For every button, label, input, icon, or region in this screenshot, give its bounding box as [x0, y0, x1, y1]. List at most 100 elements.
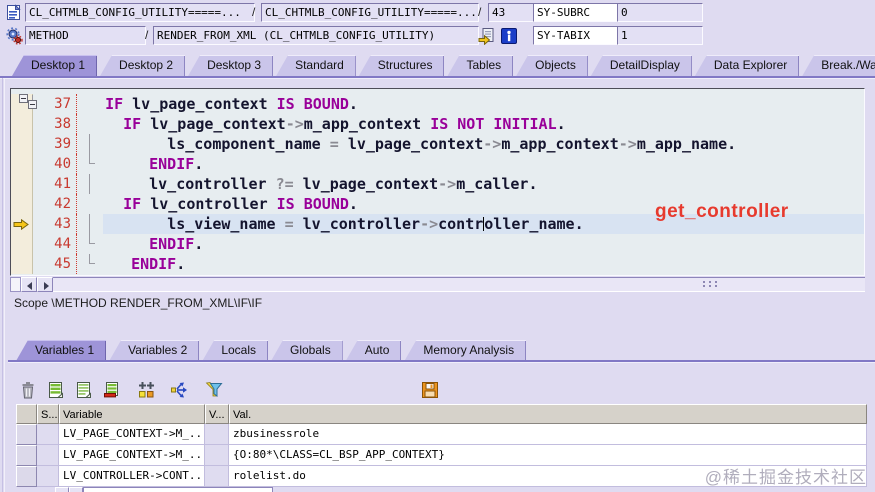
variables-tab-highlight: [8, 362, 875, 363]
tab-strip-highlight: [0, 78, 875, 79]
distribute-icon[interactable]: [170, 380, 190, 400]
tab-structures[interactable]: Structures: [358, 55, 445, 76]
sap-abap-debugger-window: CL_CHTMLB_CONFIG_UTILITY=====... / CL_CH…: [0, 0, 875, 492]
code-text[interactable]: ENDIF.: [103, 154, 864, 174]
breakpoint-margin-cell[interactable]: [11, 254, 33, 274]
row-selector[interactable]: [16, 445, 37, 466]
code-text[interactable]: ENDIF.: [103, 254, 864, 274]
breakpoint-margin-cell[interactable]: [11, 134, 33, 154]
row-selector[interactable]: [16, 466, 37, 487]
insert-rows-icon[interactable]: [46, 380, 66, 400]
tab-desktop-1[interactable]: Desktop 1: [12, 55, 98, 76]
code-text[interactable]: IF lv_page_context->m_app_context IS NOT…: [77, 114, 864, 134]
line-number: 43: [33, 214, 77, 234]
scope-label: Scope \METHOD RENDER_FROM_XML\IF\IF: [14, 296, 263, 310]
tab-variables-2[interactable]: Variables 2: [109, 340, 200, 361]
code-text[interactable]: IF lv_page_context IS BOUND.: [77, 94, 864, 114]
line-number: 44: [33, 234, 77, 254]
scrollbar-track[interactable]: [83, 487, 273, 492]
column-header-variable: Variable: [59, 404, 205, 424]
tab-objects[interactable]: Objects: [516, 55, 588, 76]
code-horizontal-scrollbar: [10, 277, 865, 292]
fold-marker: [77, 214, 103, 234]
variable-name-cell[interactable]: LV_PAGE_CONTEXT->M_...: [59, 445, 205, 466]
tab-tables[interactable]: Tables: [447, 55, 514, 76]
table-row: LV_PAGE_CONTEXT->M_... zbusinessrole: [16, 424, 867, 445]
line-number: 39: [33, 134, 77, 154]
scrollbar-grip[interactable]: [10, 277, 21, 292]
window-frame-line: [2, 78, 3, 492]
tab-desktop-2[interactable]: Desktop 2: [100, 55, 186, 76]
fold-marker: [77, 174, 103, 194]
sy-tabix-field[interactable]: SY-TABIX: [533, 26, 619, 45]
tab-variables-1[interactable]: Variables 1: [16, 340, 107, 361]
tab-desktop-3[interactable]: Desktop 3: [188, 55, 274, 76]
column-header-val: Val.: [229, 404, 867, 424]
sy-subrc-field[interactable]: SY-SUBRC: [533, 3, 619, 22]
tab-memory-analysis[interactable]: Memory Analysis: [404, 340, 527, 361]
fold-marker[interactable]: [19, 94, 37, 109]
scroll-left-button[interactable]: [55, 487, 69, 492]
tab-break-watchpoints[interactable]: Break./Watchpoints: [802, 55, 875, 76]
breakpoint-margin-cell[interactable]: [11, 214, 33, 234]
display-list-icon[interactable]: [74, 380, 94, 400]
code-line-40: 40 ENDIF.: [11, 154, 864, 174]
scroll-right-button[interactable]: [69, 487, 83, 492]
code-line-38: 38 IF lv_page_context->m_app_context IS …: [11, 94, 864, 134]
sy-tabix-value: 1: [617, 26, 703, 45]
tab-locals[interactable]: Locals: [202, 340, 268, 361]
code-line-39: 39 ls_component_name = lv_page_context->…: [11, 134, 864, 154]
code-lines: 37 IF lv_page_context IS BOUND. 38 IF lv_…: [11, 94, 864, 274]
breakpoint-margin-cell[interactable]: [11, 154, 33, 174]
line-number: 41: [33, 174, 77, 194]
tab-globals[interactable]: Globals: [271, 340, 343, 361]
column-header-s: S...: [37, 404, 59, 424]
scrollbar-track[interactable]: [53, 277, 865, 292]
tab-data-explorer[interactable]: Data Explorer: [694, 55, 800, 76]
column-header-selector: [16, 404, 37, 424]
class-field-1[interactable]: CL_CHTMLB_CONFIG_UTILITY=====...: [25, 3, 255, 22]
row-selector[interactable]: [16, 424, 37, 445]
filter-icon[interactable]: [204, 380, 224, 400]
variable-value-cell[interactable]: zbusinessrole: [229, 424, 867, 445]
code-text[interactable]: lv_controller ?= lv_page_context->m_call…: [103, 174, 864, 194]
fold-marker: [77, 234, 103, 254]
table-horizontal-scrollbar: [55, 487, 273, 492]
code-text[interactable]: ENDIF.: [103, 234, 864, 254]
event-type-field[interactable]: METHOD: [25, 26, 146, 45]
variables-tab-strip: Variables 1 Variables 2 Locals Globals Auto M…: [16, 337, 529, 361]
create-variables-icon[interactable]: [136, 380, 156, 400]
line-number: 38: [33, 114, 77, 134]
v-cell: [205, 466, 229, 487]
line-number-field[interactable]: 43: [488, 3, 534, 22]
info-icon[interactable]: [500, 27, 518, 45]
fold-marker: [77, 154, 103, 174]
fold-marker: [77, 134, 103, 154]
v-cell: [205, 424, 229, 445]
window-frame-line: [4, 78, 5, 492]
scroll-right-button[interactable]: [37, 277, 53, 292]
s-cell: [37, 445, 59, 466]
event-name-field[interactable]: RENDER_FROM_XML (CL_CHTMLB_CONFIG_UTILIT…: [153, 26, 479, 45]
navigate-icon[interactable]: [478, 27, 496, 46]
tab-standard[interactable]: Standard: [276, 55, 356, 76]
delete-rows-icon[interactable]: [18, 380, 38, 400]
breakpoint-margin-cell[interactable]: [11, 174, 33, 194]
splitter-handle[interactable]: [703, 281, 719, 289]
class-field-2[interactable]: CL_CHTMLB_CONFIG_UTILITY=====...: [261, 3, 479, 22]
table-header-row: S... Variable V... Val.: [16, 404, 867, 424]
breakpoint-margin-cell[interactable]: [11, 114, 33, 134]
variable-name-cell[interactable]: LV_CONTROLLER->CONT...: [59, 466, 205, 487]
watermark: @稀土掘金技术社区: [704, 468, 867, 487]
save-icon[interactable]: [420, 380, 440, 400]
remove-row-icon[interactable]: [102, 380, 122, 400]
variable-name-cell[interactable]: LV_PAGE_CONTEXT->M_...: [59, 424, 205, 445]
s-cell: [37, 424, 59, 445]
breakpoint-margin-cell[interactable]: [11, 234, 33, 254]
tab-auto[interactable]: Auto: [345, 340, 402, 361]
scroll-left-button[interactable]: [21, 277, 37, 292]
separator: /: [252, 5, 256, 19]
code-text[interactable]: ls_component_name = lv_page_context->m_a…: [103, 134, 864, 154]
breakpoint-margin-cell[interactable]: [11, 194, 33, 214]
tab-detaildisplay[interactable]: DetailDisplay: [590, 55, 692, 76]
